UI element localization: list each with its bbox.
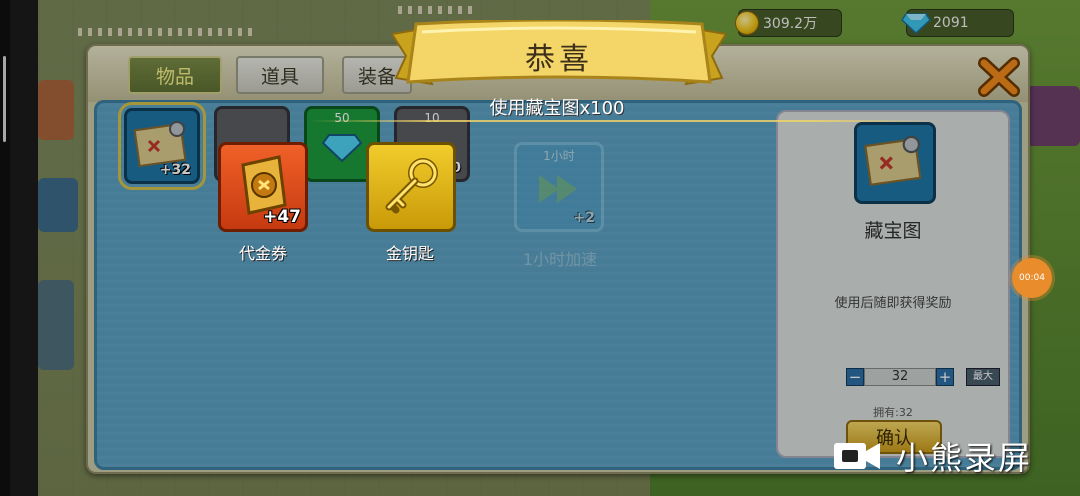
fence [78, 28, 258, 36]
side-handle[interactable] [3, 56, 6, 142]
camera-icon [834, 443, 880, 469]
congrats-banner: 恭喜 [390, 18, 728, 96]
reward-label: 金钥匙 [385, 244, 434, 263]
building[interactable] [38, 80, 74, 140]
tab-label: 道具 [260, 65, 299, 88]
gem-amount: 2091 [933, 15, 969, 31]
screen-edge [0, 0, 10, 496]
building[interactable] [1026, 86, 1080, 146]
diamond-icon [901, 13, 931, 34]
inventory-slot-treasure-map[interactable]: +32 [118, 102, 206, 190]
item-name: 藏宝图 [864, 220, 922, 242]
item-amount: 50 [334, 111, 350, 125]
owned-count: 拥有:32 [873, 406, 913, 419]
inventory-slot-speedup[interactable]: 1小时 +2 [514, 142, 604, 232]
decrease-button[interactable]: − [846, 368, 864, 386]
building[interactable] [38, 280, 74, 370]
coin-icon [735, 11, 759, 35]
gold-amount: 309.2万 [763, 16, 818, 32]
reward-coupon[interactable]: +47 [218, 142, 308, 232]
watermark-text: 小熊录屏 [896, 439, 1033, 477]
tab-props[interactable]: 道具 [236, 56, 324, 94]
close-button[interactable] [976, 56, 1022, 98]
tab-label: 物品 [155, 65, 194, 88]
recorder-watermark: 小熊录屏 [832, 436, 1033, 477]
congrats-subtitle: 使用藏宝图x100 [489, 98, 625, 119]
gold-counter[interactable]: 309.2万 [735, 9, 842, 37]
item-label: 1小时加速 [522, 250, 598, 269]
increase-button[interactable]: + [936, 368, 954, 386]
building[interactable] [38, 178, 78, 232]
congrats-title: 恭喜 [525, 42, 593, 77]
item-detail-panel: 藏宝图 使用后随即获得奖励 − 32 + 最大 拥有:32 确认 [776, 110, 1010, 458]
quantity-stepper: − 32 + 最大 [846, 368, 1000, 386]
item-description: 使用后随即获得奖励 [834, 296, 952, 311]
item-count: +2 [573, 210, 595, 226]
item-duration: 1小时 [543, 149, 575, 163]
tab-items[interactable]: 物品 [128, 56, 222, 94]
key-icon [385, 158, 438, 214]
tab-label: 装备 [357, 65, 396, 88]
reward-label: 代金券 [238, 244, 287, 263]
detail-item-icon [854, 122, 936, 204]
item-count: +32 [159, 162, 191, 178]
recording-timer[interactable]: 00:04 [1012, 258, 1052, 298]
reward-gold-key[interactable] [366, 142, 456, 232]
gem-counter[interactable]: 2091 [901, 9, 1014, 37]
fence [398, 6, 478, 14]
reward-count: +47 [263, 207, 301, 227]
quantity-field[interactable]: 32 [864, 368, 936, 386]
close-icon [978, 57, 1020, 97]
max-button[interactable]: 最大 [966, 368, 1000, 386]
treasure-map-icon [864, 135, 922, 186]
divider [310, 120, 940, 122]
